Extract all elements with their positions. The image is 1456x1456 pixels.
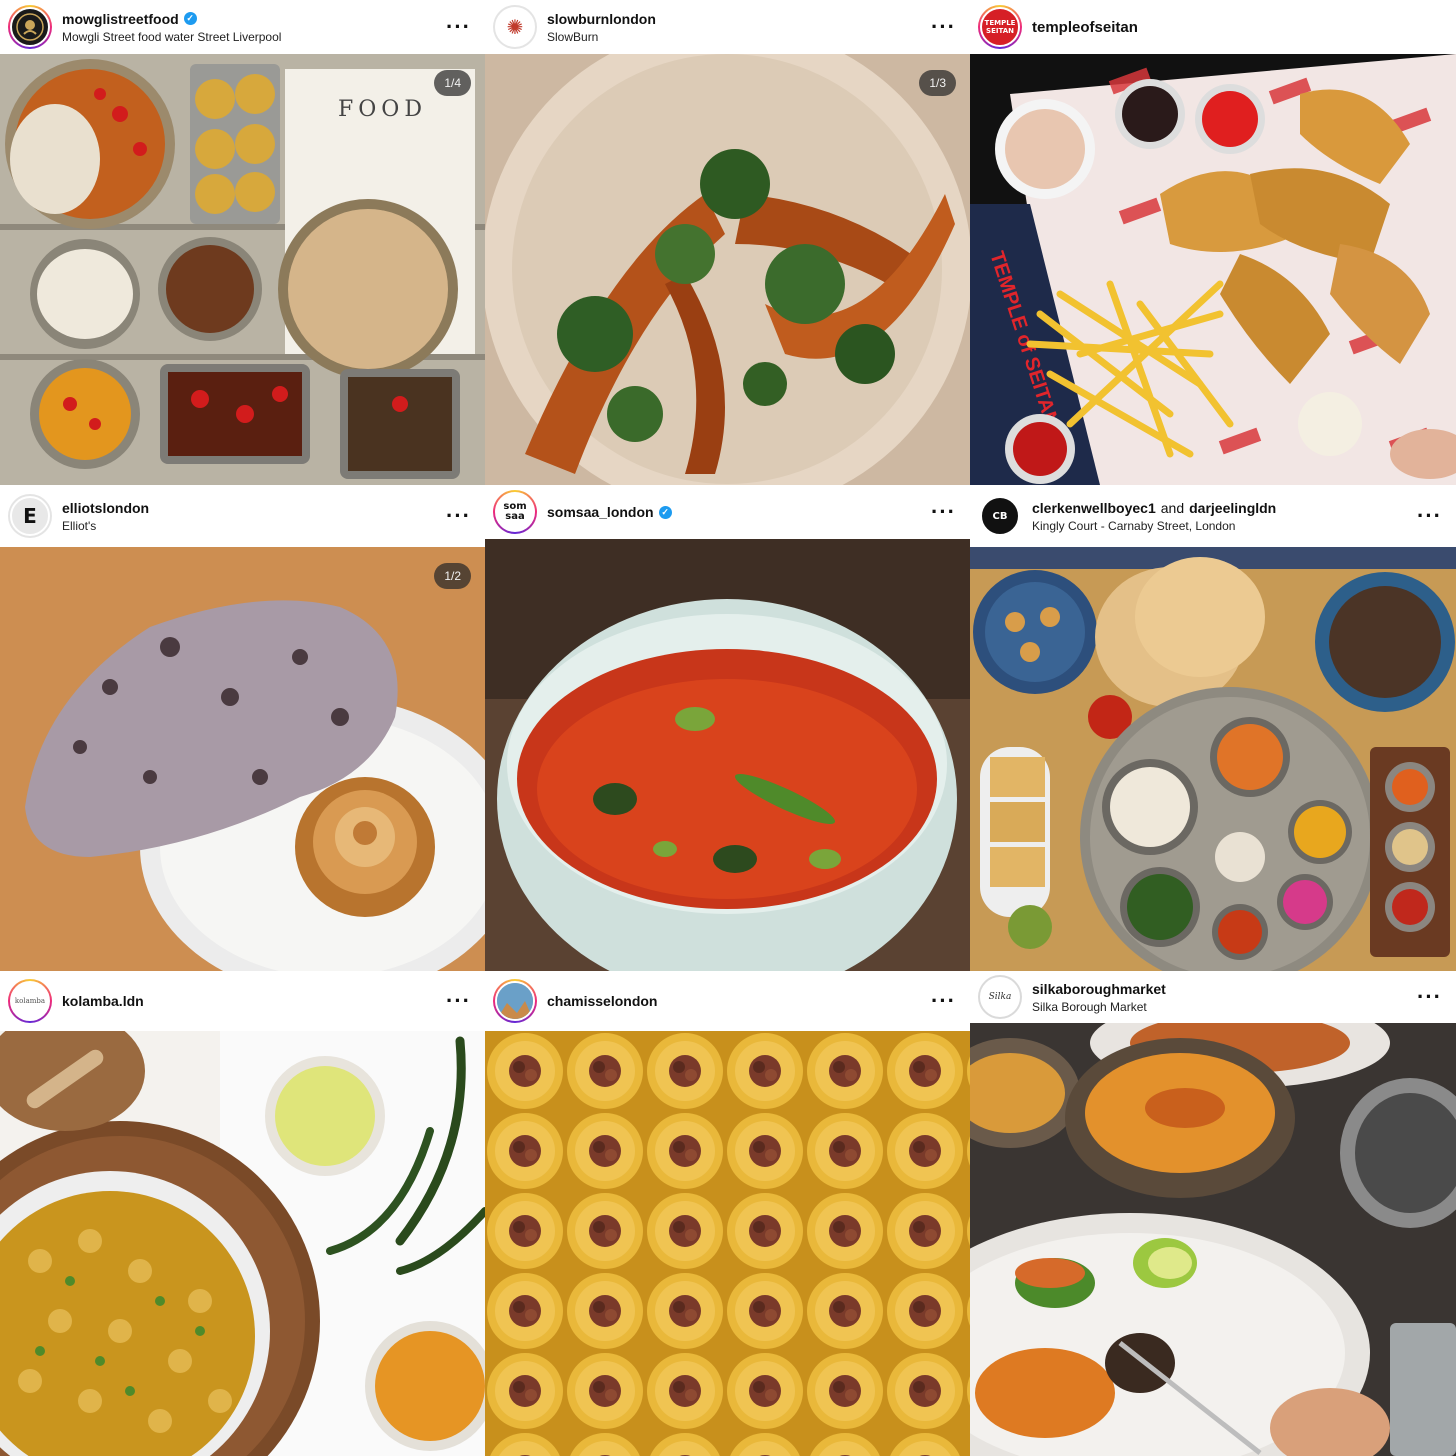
landscape-avatar-icon <box>497 983 533 1019</box>
avatar[interactable]: E <box>8 494 52 538</box>
location[interactable]: Kingly Court - Carnaby Street, London <box>1032 519 1276 533</box>
seitan-photo: TEMPLE of SEITAN <box>970 54 1456 485</box>
collab-username[interactable]: darjeelingldn <box>1189 500 1276 516</box>
avatar[interactable]: CB <box>978 494 1022 538</box>
account-info: elliotslondon Elliot's <box>62 500 149 533</box>
post-header: CB clerkenwellboyec1 and darjeelingldn K… <box>970 485 1456 547</box>
avatar[interactable] <box>493 979 537 1023</box>
avatar-image: som saa <box>495 492 535 532</box>
avatar[interactable]: ✺ <box>493 5 537 49</box>
cashew-curry-photo <box>0 1031 485 1456</box>
prawn-plate-photo <box>970 1023 1456 1456</box>
more-options-icon[interactable]: ··· <box>1417 505 1442 527</box>
post-header: chamisselondon ··· <box>485 971 970 1031</box>
avatar-image <box>10 7 50 47</box>
avatar-image: Silka <box>980 977 1020 1017</box>
avatar-image: E <box>10 496 50 536</box>
flatbread-photo <box>0 547 485 971</box>
indian-spread-photo <box>970 547 1456 971</box>
location[interactable]: Elliot's <box>62 519 149 533</box>
post-photo[interactable] <box>0 1031 485 1456</box>
post-photo[interactable] <box>485 539 970 971</box>
post-header: ✺ slowburnlondon SlowBurn ··· <box>485 0 970 54</box>
username[interactable]: templeofseitan <box>1032 19 1138 36</box>
username[interactable]: somsaa_london <box>547 504 654 520</box>
menu-title: FOOD <box>338 97 427 122</box>
post-photo[interactable] <box>970 1023 1456 1456</box>
account-info: chamisselondon <box>547 993 657 1009</box>
avatar-image: kolamba <box>10 981 50 1021</box>
avatar[interactable] <box>8 5 52 49</box>
avatar-image: ✺ <box>495 7 535 47</box>
post-silkaboroughmarket: Silka silkaboroughmarket Silka Borough M… <box>970 971 1456 1456</box>
account-info: kolamba.ldn <box>62 993 144 1009</box>
post-photo[interactable]: TEMPLE of SEITAN <box>970 54 1456 485</box>
location[interactable]: Silka Borough Market <box>1032 1000 1166 1014</box>
verified-badge-icon: ✓ <box>658 505 672 519</box>
location[interactable]: Mowgli Street food water Street Liverpoo… <box>62 30 281 44</box>
verified-badge-icon: ✓ <box>183 12 197 25</box>
username[interactable]: mowglistreetfood <box>62 11 179 27</box>
post-chamisselondon: chamisselondon ··· <box>485 971 970 1456</box>
post-photo[interactable] <box>485 1031 970 1456</box>
username[interactable]: kolamba.ldn <box>62 993 144 1009</box>
username[interactable]: chamisselondon <box>547 993 657 1009</box>
collab-and-text: and <box>1160 499 1185 516</box>
carousel-counter: 1/3 <box>919 70 956 96</box>
username[interactable]: slowburnlondon <box>547 11 656 27</box>
vermicelli-nests-photo <box>485 1031 970 1456</box>
more-options-icon[interactable]: ··· <box>931 990 956 1012</box>
avatar-image <box>495 981 535 1021</box>
post-header: kolamba kolamba.ldn ··· <box>0 971 485 1031</box>
account-info: mowglistreetfood ✓ Mowgli Street food wa… <box>62 11 281 44</box>
post-header: TEMPLE SEITAN templeofseitan <box>970 0 1456 54</box>
post-photo[interactable] <box>970 547 1456 971</box>
account-info: clerkenwellboyec1 and darjeelingldn King… <box>1032 500 1276 533</box>
more-options-icon[interactable]: ··· <box>446 990 471 1012</box>
avatar[interactable]: som saa <box>493 490 537 534</box>
post-photo[interactable]: 1/3 <box>485 54 970 485</box>
more-options-icon[interactable]: ··· <box>931 501 956 523</box>
username[interactable]: elliotslondon <box>62 500 149 516</box>
account-info: slowburnlondon SlowBurn <box>547 11 656 44</box>
more-options-icon[interactable]: ··· <box>446 505 471 527</box>
post-slowburnlondon: ✺ slowburnlondon SlowBurn ··· 1/3 <box>485 0 970 485</box>
location[interactable]: SlowBurn <box>547 30 656 44</box>
post-somsaa-london: som saa somsaa_london ✓ ··· <box>485 485 970 971</box>
avatar-image: CB <box>980 496 1020 536</box>
post-header: som saa somsaa_london ✓ ··· <box>485 485 970 539</box>
post-clerkenwellboyec1: CB clerkenwellboyec1 and darjeelingldn K… <box>970 485 1456 971</box>
thali-photo: FOOD <box>0 54 485 485</box>
more-options-icon[interactable]: ··· <box>446 16 471 38</box>
avatar[interactable]: Silka <box>978 975 1022 1019</box>
post-templeofseitan: TEMPLE SEITAN templeofseitan TEMPLE of S… <box>970 0 1456 485</box>
monkey-logo-icon <box>16 13 44 41</box>
post-photo[interactable]: 1/2 <box>0 547 485 971</box>
more-options-icon[interactable]: ··· <box>931 16 956 38</box>
username[interactable]: clerkenwellboyec1 <box>1032 500 1156 516</box>
post-kolamba-ldn: kolamba kolamba.ldn ··· <box>0 971 485 1456</box>
post-photo[interactable]: FOOD 1/4 <box>0 54 485 485</box>
curry-photo <box>485 539 970 971</box>
carousel-counter: 1/4 <box>434 70 471 96</box>
account-info: somsaa_london ✓ <box>547 504 672 520</box>
avatar[interactable]: TEMPLE SEITAN <box>978 5 1022 49</box>
avatar[interactable]: kolamba <box>8 979 52 1023</box>
post-header: mowglistreetfood ✓ Mowgli Street food wa… <box>0 0 485 54</box>
post-mowglistreetfood: mowglistreetfood ✓ Mowgli Street food wa… <box>0 0 485 485</box>
account-info: templeofseitan <box>1032 19 1138 36</box>
squash-photo <box>485 54 970 485</box>
username[interactable]: silkaboroughmarket <box>1032 981 1166 997</box>
post-header: Silka silkaboroughmarket Silka Borough M… <box>970 971 1456 1023</box>
post-elliotslondon: E elliotslondon Elliot's ··· 1/2 <box>0 485 485 971</box>
avatar-image: TEMPLE SEITAN <box>980 7 1020 47</box>
more-options-icon[interactable]: ··· <box>1417 986 1442 1008</box>
account-info: silkaboroughmarket Silka Borough Market <box>1032 981 1166 1014</box>
carousel-counter: 1/2 <box>434 563 471 589</box>
post-header: E elliotslondon Elliot's ··· <box>0 485 485 547</box>
